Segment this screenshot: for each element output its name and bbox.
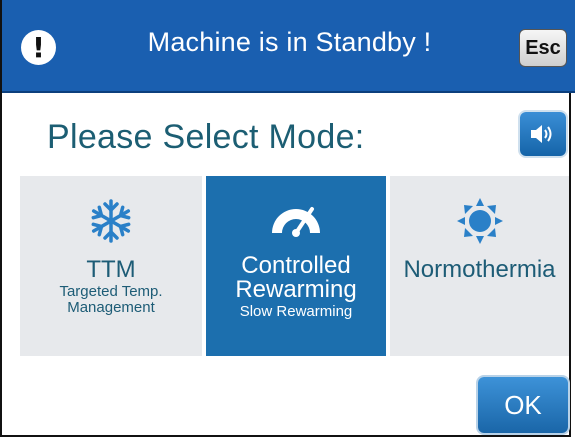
standby-dialog: ! Machine is in Standby ! Esc Please Sel… [0, 0, 575, 437]
dialog-title: Machine is in Standby ! [147, 27, 432, 57]
prompt-text: Please Select Mode: [47, 118, 365, 156]
ok-button[interactable]: OK [478, 377, 568, 433]
mode-rewarming-label-line2: Rewarming [235, 276, 357, 303]
mode-ttm-label: TTM [86, 256, 136, 283]
title-bar: ! Machine is in Standby ! Esc [2, 0, 575, 93]
mode-controlled-rewarming[interactable]: Controlled Rewarming Slow Rewarming [206, 176, 386, 356]
mode-rewarming-sub: Slow Rewarming [239, 303, 353, 320]
speaker-icon [531, 125, 552, 143]
mode-ttm-sub-line2: Management [67, 299, 155, 316]
sun-icon [455, 196, 505, 246]
gauge-icon [268, 196, 324, 246]
esc-button[interactable]: Esc [519, 29, 567, 67]
mode-normothermia[interactable]: Normothermia [390, 176, 569, 356]
mode-normothermia-label: Normothermia [403, 256, 556, 283]
mode-rewarming-label-line1: Controlled [241, 252, 351, 279]
mode-ttm-sub-line1: Targeted Temp. [59, 283, 163, 300]
alert-icon: ! [21, 30, 56, 65]
speaker-button[interactable] [520, 112, 566, 156]
mode-ttm[interactable]: TTM Targeted Temp. Management [20, 176, 202, 356]
snowflake-icon [89, 196, 133, 246]
alert-glyph: ! [32, 30, 45, 64]
